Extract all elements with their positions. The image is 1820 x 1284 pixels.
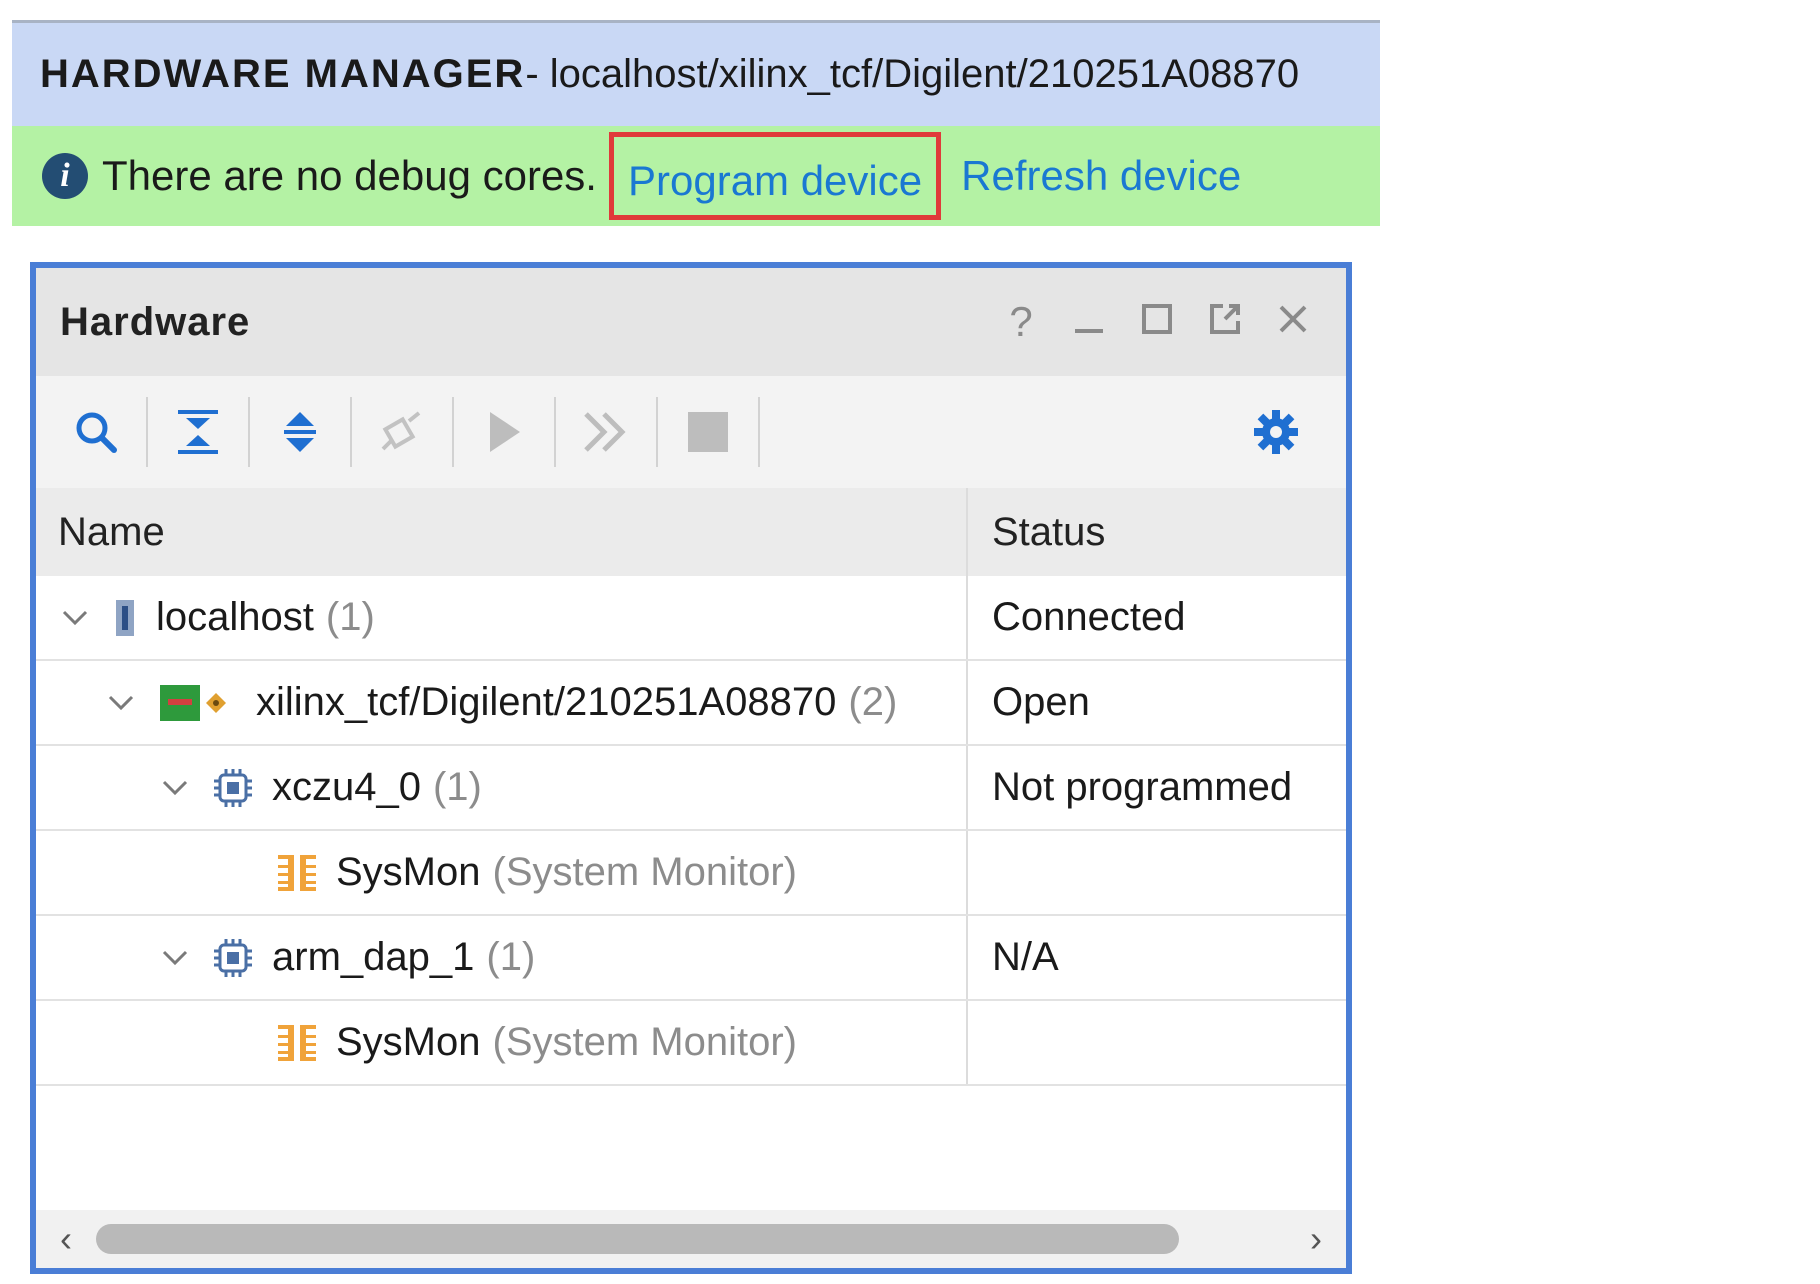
row-status: N/A [992,935,1059,979]
toolbar-separator [758,397,760,467]
run-icon[interactable] [464,392,544,472]
table-row[interactable]: xczu4_0 (1) Not programmed [36,746,1346,831]
close-icon[interactable] [1272,301,1314,344]
scrollbar-thumb[interactable] [96,1224,1179,1254]
row-count: (2) [848,680,898,724]
row-name: localhost [156,595,314,639]
expand-all-icon[interactable] [260,392,340,472]
board-icon [158,683,238,723]
table-row[interactable]: localhost (1) Connected [36,576,1346,661]
sysmon-icon [276,1021,318,1065]
row-count: (1) [325,595,375,639]
panel-header: Hardware ? [36,268,1346,376]
chevron-down-icon[interactable] [158,949,192,967]
hardware-panel: Hardware ? Name Status localhost (1) Con… [30,262,1352,1274]
name-column-header[interactable]: Name [36,488,968,576]
gear-icon[interactable] [1236,392,1316,472]
search-icon[interactable] [56,392,136,472]
table-row[interactable]: xilinx_tcf/Digilent/210251A08870 (2) Ope… [36,661,1346,746]
run-all-icon[interactable] [566,392,646,472]
toolbar-separator [350,397,352,467]
row-status: Connected [992,595,1186,639]
help-icon[interactable]: ? [1000,301,1042,343]
row-name: xilinx_tcf/Digilent/210251A08870 [256,680,837,724]
row-name: SysMon [336,1020,481,1064]
float-icon[interactable] [1204,301,1246,344]
minimize-icon[interactable] [1068,301,1110,344]
chevron-down-icon[interactable] [158,779,192,797]
chip-icon [212,767,254,809]
chip-icon [212,937,254,979]
horizontal-scrollbar[interactable]: ‹ › [36,1210,1346,1268]
hardware-manager-title-bar: HARDWARE MANAGER - localhost/xilinx_tcf/… [12,20,1380,126]
table-header: Name Status [36,488,1346,576]
status-column-header[interactable]: Status [968,488,1346,576]
row-name: xczu4_0 [272,765,421,809]
hardware-toolbar [36,376,1346,488]
hardware-target-path: - localhost/xilinx_tcf/Digilent/210251A0… [525,52,1300,96]
table-row[interactable]: SysMon (System Monitor) [36,1001,1346,1086]
debug-cores-banner: i There are no debug cores. Program devi… [12,126,1380,226]
program-device-link[interactable]: Program device [608,132,942,220]
toolbar-separator [656,397,658,467]
toolbar-separator [554,397,556,467]
row-count: (1) [486,935,536,979]
sysmon-icon [276,851,318,895]
collapse-all-icon[interactable] [158,392,238,472]
refresh-device-link[interactable]: Refresh device [961,152,1241,200]
table-row[interactable]: arm_dap_1 (1) N/A [36,916,1346,1001]
maximize-icon[interactable] [1136,301,1178,344]
banner-message: There are no debug cores. [102,152,597,199]
row-name: SysMon [336,850,481,894]
toolbar-separator [248,397,250,467]
auto-connect-icon[interactable] [362,392,442,472]
scroll-right-icon[interactable]: › [1296,1218,1336,1260]
row-count: (1) [432,765,482,809]
chevron-down-icon[interactable] [104,694,138,712]
row-name: arm_dap_1 [272,935,475,979]
scrollbar-track[interactable] [96,1224,1286,1254]
toolbar-separator [146,397,148,467]
scroll-left-icon[interactable]: ‹ [46,1218,86,1260]
hardware-manager-title: HARDWARE MANAGER [40,52,526,96]
panel-title: Hardware [60,299,251,344]
row-status [968,831,1346,914]
server-icon [112,598,138,638]
row-status: Not programmed [992,765,1293,809]
toolbar-separator [452,397,454,467]
row-status [968,1001,1346,1084]
row-subtitle: (System Monitor) [492,1020,798,1064]
info-icon: i [42,153,88,199]
row-subtitle: (System Monitor) [492,850,798,894]
chevron-down-icon[interactable] [58,609,92,627]
table-row[interactable]: SysMon (System Monitor) [36,831,1346,916]
row-status: Open [992,680,1090,724]
stop-icon[interactable] [668,392,748,472]
